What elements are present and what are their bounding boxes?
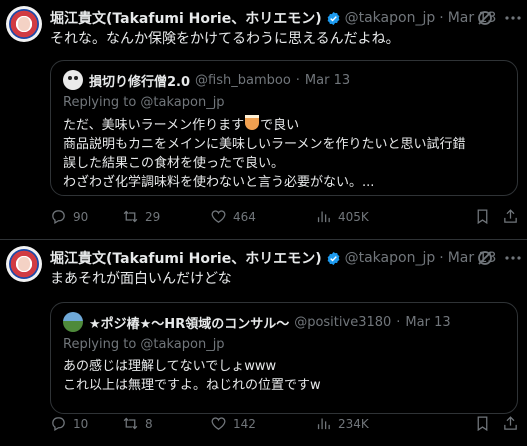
grok-icon[interactable] <box>475 8 495 28</box>
quoted-header: 損切り修行僧2.0 @fish_bamboo · Mar 13 <box>63 70 350 90</box>
quoted-tweet[interactable]: 損切り修行僧2.0 @fish_bamboo · Mar 13 Replying… <box>50 60 518 196</box>
quoted-author-handle: @fish_bamboo <box>195 72 291 88</box>
avatar-face <box>18 17 30 31</box>
bookmark-icon <box>477 416 488 432</box>
verified-badge-icon <box>327 251 339 265</box>
quoted-line: 商品説明もカニをメインに美味しいラーメンを作りたいと思い試行錯 <box>63 137 466 152</box>
retweet-count: 29 <box>145 209 161 224</box>
quoted-text: ただ、美味いラーメン作ります で良い 商品説明もカニをメインに美味しいラーメンを作… <box>63 115 465 192</box>
views-chart-icon <box>317 211 330 223</box>
reply-icon <box>52 210 65 225</box>
quoted-date: Mar 13 <box>304 72 351 88</box>
avatar-face <box>18 257 30 271</box>
author-handle[interactable]: @takapon_jp <box>345 250 436 266</box>
like-button[interactable]: 142 <box>210 415 256 432</box>
more-options-icon[interactable] <box>503 248 523 268</box>
tweet-header: 堀江貴文(Takafumi Horie、ホリエモン) @takapon_jp ·… <box>50 9 496 27</box>
separator-dot: · <box>439 10 444 26</box>
reply-icon <box>52 417 65 432</box>
retweet-count: 8 <box>145 416 153 431</box>
tweet-text: まあそれが面白いんだけどな <box>50 271 232 287</box>
author-name[interactable]: 堀江貴文(Takafumi Horie、ホリエモン) <box>50 8 322 28</box>
tweet-actions: 10 8 142 234K <box>50 415 520 435</box>
tweet-text: それな。なんか保険をかけてるわうに思えるんだよね。 <box>50 31 400 47</box>
tweet-top-actions <box>475 8 527 28</box>
quoted-header: ★ポジ椿★〜HR領域のコンサル〜 @positive3180 · Mar 13 <box>63 312 451 332</box>
author-name[interactable]: 堀江貴文(Takafumi Horie、ホリエモン) <box>50 248 322 268</box>
avatar[interactable] <box>6 6 42 42</box>
quoted-avatar <box>63 312 83 332</box>
replying-to: Replying to @takapon_jp <box>63 337 225 352</box>
like-count: 142 <box>233 416 256 431</box>
retweet-button[interactable]: 8 <box>122 415 153 432</box>
share-icon <box>504 209 517 223</box>
separator-dot: · <box>439 250 444 266</box>
quoted-author-name: ★ポジ椿★〜HR領域のコンサル〜 <box>89 316 290 332</box>
tweet-actions: 90 29 464 405K <box>50 208 520 228</box>
bookmark-button[interactable] <box>474 208 497 225</box>
retweet-icon <box>123 417 138 430</box>
heart-icon <box>211 210 226 223</box>
reply-count: 90 <box>73 209 89 224</box>
share-button[interactable] <box>502 415 525 432</box>
views-button[interactable]: 234K <box>315 415 369 432</box>
quoted-line: わざわざ化学調味料を使わないと言う必要がない。... <box>63 175 375 190</box>
replying-to: Replying to @takapon_jp <box>63 95 225 110</box>
bookmark-button[interactable] <box>474 415 497 432</box>
tweet[interactable]: 堀江貴文(Takafumi Horie、ホリエモン) @takapon_jp ·… <box>0 0 527 239</box>
quoted-line: で良い <box>260 118 300 133</box>
tweet[interactable]: 堀江貴文(Takafumi Horie、ホリエモン) @takapon_jp ·… <box>0 240 527 446</box>
quoted-author-handle: @positive3180 <box>294 314 392 330</box>
verified-badge-icon <box>327 11 339 25</box>
like-button[interactable]: 464 <box>210 208 256 225</box>
quoted-line: 誤した結果この食材を使ったで良い。 <box>63 156 285 171</box>
tweet-top-actions <box>475 248 527 268</box>
grok-icon[interactable] <box>475 248 495 268</box>
bookmark-icon <box>477 209 488 225</box>
quoted-tweet[interactable]: ★ポジ椿★〜HR領域のコンサル〜 @positive3180 · Mar 13 … <box>50 302 518 414</box>
quoted-avatar <box>63 70 83 90</box>
views-chart-icon <box>317 418 330 430</box>
quoted-author-name: 損切り修行僧2.0 <box>89 74 191 90</box>
quoted-line: これ以上は無理ですよ。ねじれの位置ですw <box>63 378 321 393</box>
retweet-icon <box>123 210 138 223</box>
avatar[interactable] <box>6 246 42 282</box>
quoted-line: ただ、美味いラーメン作ります <box>63 118 245 133</box>
share-icon <box>504 416 517 430</box>
views-count: 234K <box>338 416 369 431</box>
reply-button[interactable]: 10 <box>50 415 88 432</box>
reply-count: 10 <box>73 416 89 431</box>
tweet-header: 堀江貴文(Takafumi Horie、ホリエモン) @takapon_jp ·… <box>50 249 496 267</box>
views-button[interactable]: 405K <box>315 208 369 225</box>
like-count: 464 <box>233 209 256 224</box>
reply-button[interactable]: 90 <box>50 208 88 225</box>
author-handle[interactable]: @takapon_jp <box>345 10 436 26</box>
quoted-line: あの感じは理解してないでしょwww <box>63 359 277 374</box>
quoted-date: Mar 13 <box>405 314 451 330</box>
separator-dot: · <box>295 72 300 88</box>
views-count: 405K <box>338 209 369 224</box>
ramen-emoji-icon <box>245 115 260 130</box>
heart-icon <box>211 417 226 430</box>
share-button[interactable] <box>502 208 525 225</box>
more-options-icon[interactable] <box>503 8 523 28</box>
quoted-text: あの感じは理解してないでしょwww これ以上は無理ですよ。ねじれの位置ですw <box>63 357 321 395</box>
retweet-button[interactable]: 29 <box>122 208 160 225</box>
separator-dot: · <box>396 314 401 330</box>
